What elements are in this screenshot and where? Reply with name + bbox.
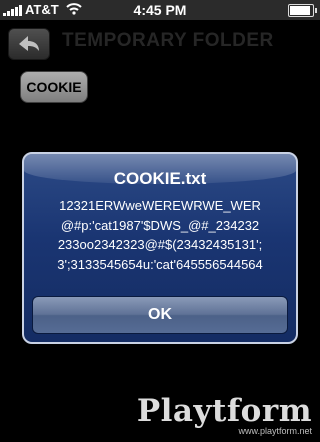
alert-title: COOKIE.txt xyxy=(113,169,207,188)
battery-icon xyxy=(288,4,317,17)
watermark: Playtform www.playtform.net xyxy=(137,395,312,436)
alert-line: 233oo2342323@#$(23432435131'; xyxy=(57,237,263,252)
status-bar: AT&T 4:45 PM xyxy=(0,0,320,20)
alert-line: 12321ERWweWEREWRWE_WER xyxy=(59,198,261,213)
watermark-logo: Playtform xyxy=(136,393,312,429)
alert-message: 12321ERWweWEREWRWE_WER @#p:'cat1987'$DWS… xyxy=(24,196,296,274)
alert-dialog: COOKIE.txt 12321ERWweWEREWRWE_WER @#p:'c… xyxy=(22,152,298,344)
alert-line: 3';3133545654u:'cat'645556544564 xyxy=(57,256,263,272)
status-time: 4:45 PM xyxy=(133,2,187,18)
ok-button[interactable]: OK xyxy=(32,296,288,334)
alert-line: @#p:'cat1987'$DWS_@#_234232 xyxy=(60,217,260,233)
